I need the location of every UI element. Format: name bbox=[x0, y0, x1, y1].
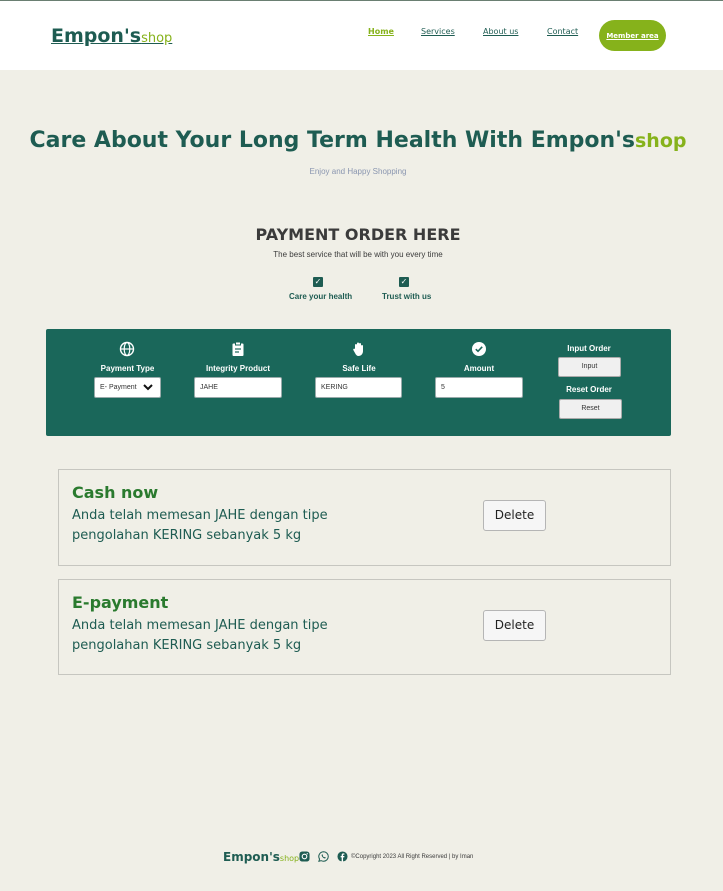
integrity-product-label: Integrity Product bbox=[205, 364, 270, 373]
input-button[interactable]: Input bbox=[558, 357, 621, 377]
nav-services[interactable]: Services bbox=[421, 27, 455, 36]
site-footer: Empon'sshop ©Copyright 2023 All Right Re… bbox=[0, 849, 723, 867]
hand-icon bbox=[353, 342, 363, 356]
amount-label: Amount bbox=[463, 364, 495, 373]
reset-order-label: Reset Order bbox=[566, 385, 612, 394]
payment-type-label: Payment Type bbox=[100, 364, 155, 373]
check-label-trust: Trust with us bbox=[382, 292, 432, 301]
nav-about-us[interactable]: About us bbox=[483, 27, 518, 36]
site-header: Empon'sshop Home Services About us Conta… bbox=[0, 1, 723, 70]
facebook-icon[interactable] bbox=[337, 851, 348, 862]
safe-life-input[interactable] bbox=[315, 377, 402, 398]
safe-life-label: Safe Life bbox=[342, 364, 376, 373]
order-card: E-payment Anda telah memesan JAHE dengan… bbox=[58, 579, 671, 675]
order-description: Anda telah memesan JAHE dengan tipe peng… bbox=[72, 616, 342, 656]
check-icon: ✓ bbox=[399, 277, 409, 287]
brand-logo[interactable]: Empon'sshop bbox=[51, 25, 172, 47]
nav-contact[interactable]: Contact bbox=[547, 27, 578, 36]
order-line-1: Anda telah memesan JAHE dengan tipe bbox=[72, 618, 328, 633]
order-title: Cash now bbox=[72, 483, 159, 502]
delete-button[interactable]: Delete bbox=[483, 500, 546, 531]
integrity-product-input[interactable] bbox=[194, 377, 282, 398]
check-icon: ✓ bbox=[313, 277, 323, 287]
order-form: Payment Type E- Payment Integrity Produc… bbox=[46, 329, 671, 436]
member-area-button[interactable]: Member area bbox=[599, 20, 666, 51]
payment-type-value: E- Payment bbox=[100, 384, 137, 391]
check-label-health: Care your health bbox=[289, 292, 353, 301]
amount-input[interactable] bbox=[435, 377, 523, 398]
order-description: Anda telah memesan JAHE dengan tipe peng… bbox=[72, 506, 342, 546]
footer-brand: Empon'sshop bbox=[223, 850, 300, 864]
order-card: Cash now Anda telah memesan JAHE dengan … bbox=[58, 469, 671, 566]
delete-button[interactable]: Delete bbox=[483, 610, 546, 641]
order-line-1: Anda telah memesan JAHE dengan tipe bbox=[72, 508, 328, 523]
order-title: E-payment bbox=[72, 593, 169, 612]
hero-subtitle: Enjoy and Happy Shopping bbox=[309, 167, 407, 176]
chevron-down-icon bbox=[143, 384, 153, 391]
copyright-text: ©Copyright 2023 All Right Reserved | by … bbox=[351, 854, 474, 860]
order-line-2: pengolahan KERING sebanyak 5 kg bbox=[72, 638, 302, 653]
hero-title: Care About Your Long Term Health With Em… bbox=[29, 128, 687, 153]
nav-home[interactable]: Home bbox=[368, 27, 394, 36]
globe-icon bbox=[119, 341, 135, 357]
reset-button[interactable]: Reset bbox=[559, 399, 622, 419]
instagram-icon[interactable] bbox=[299, 851, 310, 862]
order-line-2: pengolahan KERING sebanyak 5 kg bbox=[72, 528, 302, 543]
input-order-label: Input Order bbox=[567, 344, 611, 353]
check-circle-icon bbox=[472, 342, 486, 356]
whatsapp-icon[interactable] bbox=[318, 851, 329, 862]
payment-title: PAYMENT ORDER HERE bbox=[255, 225, 461, 244]
clipboard-icon bbox=[232, 341, 244, 356]
payment-subtitle: The best service that will be with you e… bbox=[273, 250, 443, 259]
payment-type-select[interactable]: E- Payment bbox=[94, 377, 161, 398]
